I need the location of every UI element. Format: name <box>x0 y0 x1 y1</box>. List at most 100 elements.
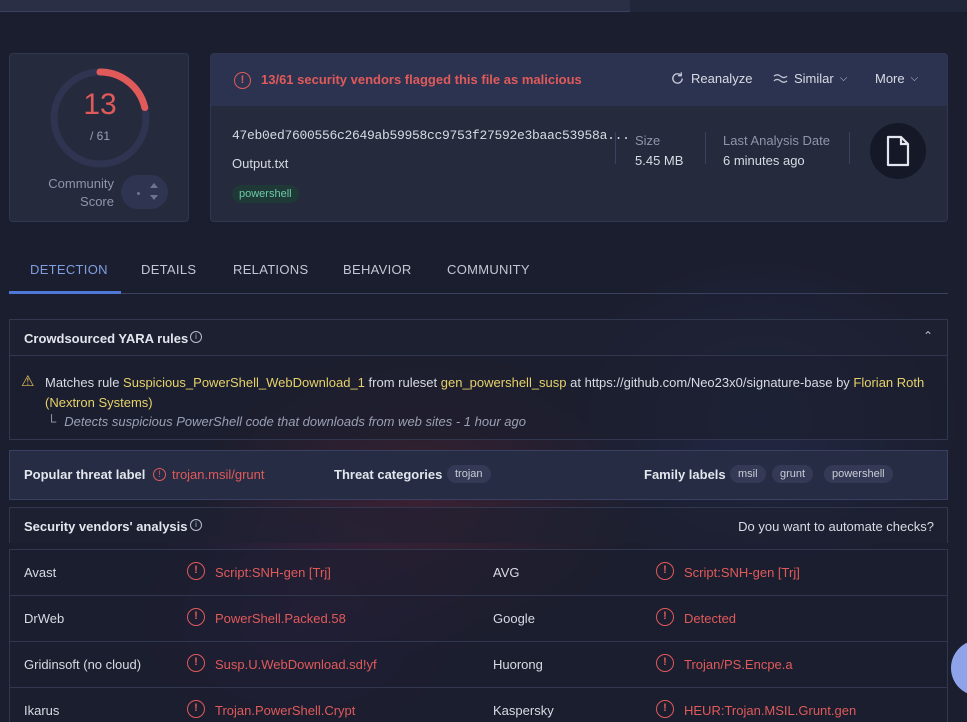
threat-categories-title: Threat categories <box>334 467 443 482</box>
vendors-title: Security vendors' analysis <box>24 519 188 534</box>
file-tag[interactable]: powershell <box>232 185 299 203</box>
divider <box>615 132 616 164</box>
chevron-up-icon[interactable]: ⌃ <box>923 329 933 343</box>
alert-circle-icon: ! <box>187 562 205 580</box>
top-bar <box>0 0 967 12</box>
file-type-badge <box>870 123 926 179</box>
chevron-down-icon: ⌵ <box>910 73 919 84</box>
malicious-alert-text: 13/61 security vendors flagged this file… <box>261 72 582 87</box>
vendor-row: Gridinsoft (no cloud) ! Susp.U.WebDownlo… <box>9 641 948 688</box>
threat-label-row: Popular threat label ! trojan.msil/grunt… <box>9 450 948 500</box>
yara-title: Crowdsourced YARA rules <box>24 331 189 346</box>
vendor-result: Detected <box>684 611 737 626</box>
reanalyze-label: Reanalyze <box>691 71 753 86</box>
yara-source: at https://github.com/Neo23x0/signature-… <box>566 375 854 390</box>
refresh-icon <box>672 72 683 84</box>
community-label-line1: Community <box>48 176 114 191</box>
vendor-name: Avast <box>24 565 57 580</box>
vendor-result: Script:SNH-gen [Trj] <box>215 565 331 580</box>
alert-circle-icon: ! <box>234 72 251 89</box>
search-bar-edge[interactable] <box>0 0 630 12</box>
chevron-down-icon: ⌵ <box>839 73 848 84</box>
alert-circle-icon: ! <box>153 468 166 481</box>
alert-circle-icon: ! <box>187 654 205 672</box>
vendor-name: Gridinsoft (no cloud) <box>24 657 142 672</box>
yara-ruleset-link[interactable]: gen_powershell_susp <box>441 375 567 390</box>
automate-checks-link[interactable]: Do you want to automate checks? <box>738 519 934 534</box>
family-label-pill[interactable]: msil <box>730 465 766 483</box>
info-icon[interactable]: i <box>190 331 202 343</box>
community-score-label: Community Score <box>30 175 114 211</box>
size-label: Size <box>635 133 661 148</box>
divider <box>849 132 850 164</box>
alert-circle-icon: ! <box>656 700 674 718</box>
yara-match-text: Matches rule Suspicious_PowerShell_WebDo… <box>45 373 940 413</box>
yara-from: from ruleset <box>364 375 441 390</box>
reanalyze-button[interactable]: Reanalyze <box>670 71 752 86</box>
family-labels-title: Family labels <box>644 467 726 482</box>
floating-action-button[interactable] <box>951 640 967 696</box>
vendor-name: Huorong <box>493 657 543 672</box>
tab-details[interactable]: DETAILS <box>141 262 196 277</box>
tab-detection[interactable]: DETECTION <box>30 262 108 277</box>
vendor-result: Script:SNH-gen [Trj] <box>684 565 800 580</box>
similar-button[interactable]: Similar ⌵ <box>773 71 847 86</box>
vendor-name: AVG <box>493 565 520 580</box>
community-vote-control[interactable] <box>121 175 168 209</box>
upvote-icon[interactable] <box>150 183 158 188</box>
file-name: Output.txt <box>232 156 289 171</box>
detection-count: 13 <box>83 88 117 121</box>
tab-relations[interactable]: RELATIONS <box>233 262 308 277</box>
file-summary-card: ! 13/61 security vendors flagged this fi… <box>210 53 948 222</box>
tab-community[interactable]: COMMUNITY <box>447 262 530 277</box>
tab-behavior[interactable]: BEHAVIOR <box>343 262 412 277</box>
yara-rule-link[interactable]: Suspicious_PowerShell_WebDownload_1 <box>123 375 365 390</box>
divider <box>705 132 706 164</box>
vendor-row: Ikarus ! Trojan.PowerShell.Crypt Kaspers… <box>9 687 948 722</box>
vendor-result: Susp.U.WebDownload.sd!yf <box>215 657 377 672</box>
detection-total: / 61 <box>89 129 110 143</box>
alert-circle-icon: ! <box>187 700 205 718</box>
vendor-name: DrWeb <box>24 611 65 626</box>
yara-rule-match: ⚠ Matches rule Suspicious_PowerShell_Web… <box>9 355 948 440</box>
vendor-result: PowerShell.Packed.58 <box>215 611 346 626</box>
popular-threat-label-value[interactable]: trojan.msil/grunt <box>172 467 264 482</box>
vendor-result: HEUR:Trojan.MSIL.Grunt.gen <box>684 703 857 718</box>
vendor-row: Avast ! Script:SNH-gen [Trj] AVG ! Scrip… <box>9 549 948 596</box>
alert-circle-icon: ! <box>656 562 674 580</box>
vendor-name: Ikarus <box>24 703 60 718</box>
vendors-section-header: Security vendors' analysis i Do you want… <box>9 507 948 543</box>
sub-arrow-icon: └ <box>47 414 57 429</box>
info-icon[interactable]: i <box>190 519 202 531</box>
threat-category-pill[interactable]: trojan <box>447 465 491 483</box>
similar-label: Similar <box>794 71 834 86</box>
active-tab-indicator <box>9 291 121 294</box>
similar-icon <box>773 73 788 83</box>
yara-description-text: Detects suspicious PowerShell code that … <box>64 414 526 429</box>
alert-circle-icon: ! <box>187 608 205 626</box>
vendor-result: Trojan.PowerShell.Crypt <box>215 703 356 718</box>
family-label-pill[interactable]: grunt <box>772 465 814 483</box>
size-value: 5.45 MB <box>635 153 684 168</box>
last-analysis-label: Last Analysis Date <box>723 133 830 148</box>
community-label-line2: Score <box>80 194 114 209</box>
file-hash[interactable]: 47eb0ed7600556c2649ab59958cc9753f27592e3… <box>232 128 630 143</box>
alert-circle-icon: ! <box>656 608 674 626</box>
vendor-result: Trojan/PS.Encpe.a <box>684 657 793 672</box>
warning-icon: ⚠ <box>21 373 35 390</box>
popular-threat-label-title: Popular threat label <box>24 467 146 482</box>
vendor-name: Google <box>493 611 535 626</box>
vendor-name: Kaspersky <box>493 703 554 718</box>
vote-dot-icon <box>137 192 140 195</box>
file-icon <box>886 135 910 167</box>
alert-circle-icon: ! <box>656 654 674 672</box>
last-analysis-value: 6 minutes ago <box>723 153 805 168</box>
family-label-pill[interactable]: powershell <box>824 465 893 483</box>
summary-header: ! 13/61 security vendors flagged this fi… <box>211 54 947 106</box>
more-button[interactable]: More ⌵ <box>875 71 918 86</box>
vendor-row: DrWeb ! PowerShell.Packed.58 Google ! De… <box>9 595 948 642</box>
yara-section-header[interactable]: Crowdsourced YARA rules i ⌃ <box>9 319 948 355</box>
downvote-icon[interactable] <box>150 195 158 200</box>
yara-prefix: Matches rule <box>45 375 124 390</box>
more-label: More <box>875 71 905 86</box>
